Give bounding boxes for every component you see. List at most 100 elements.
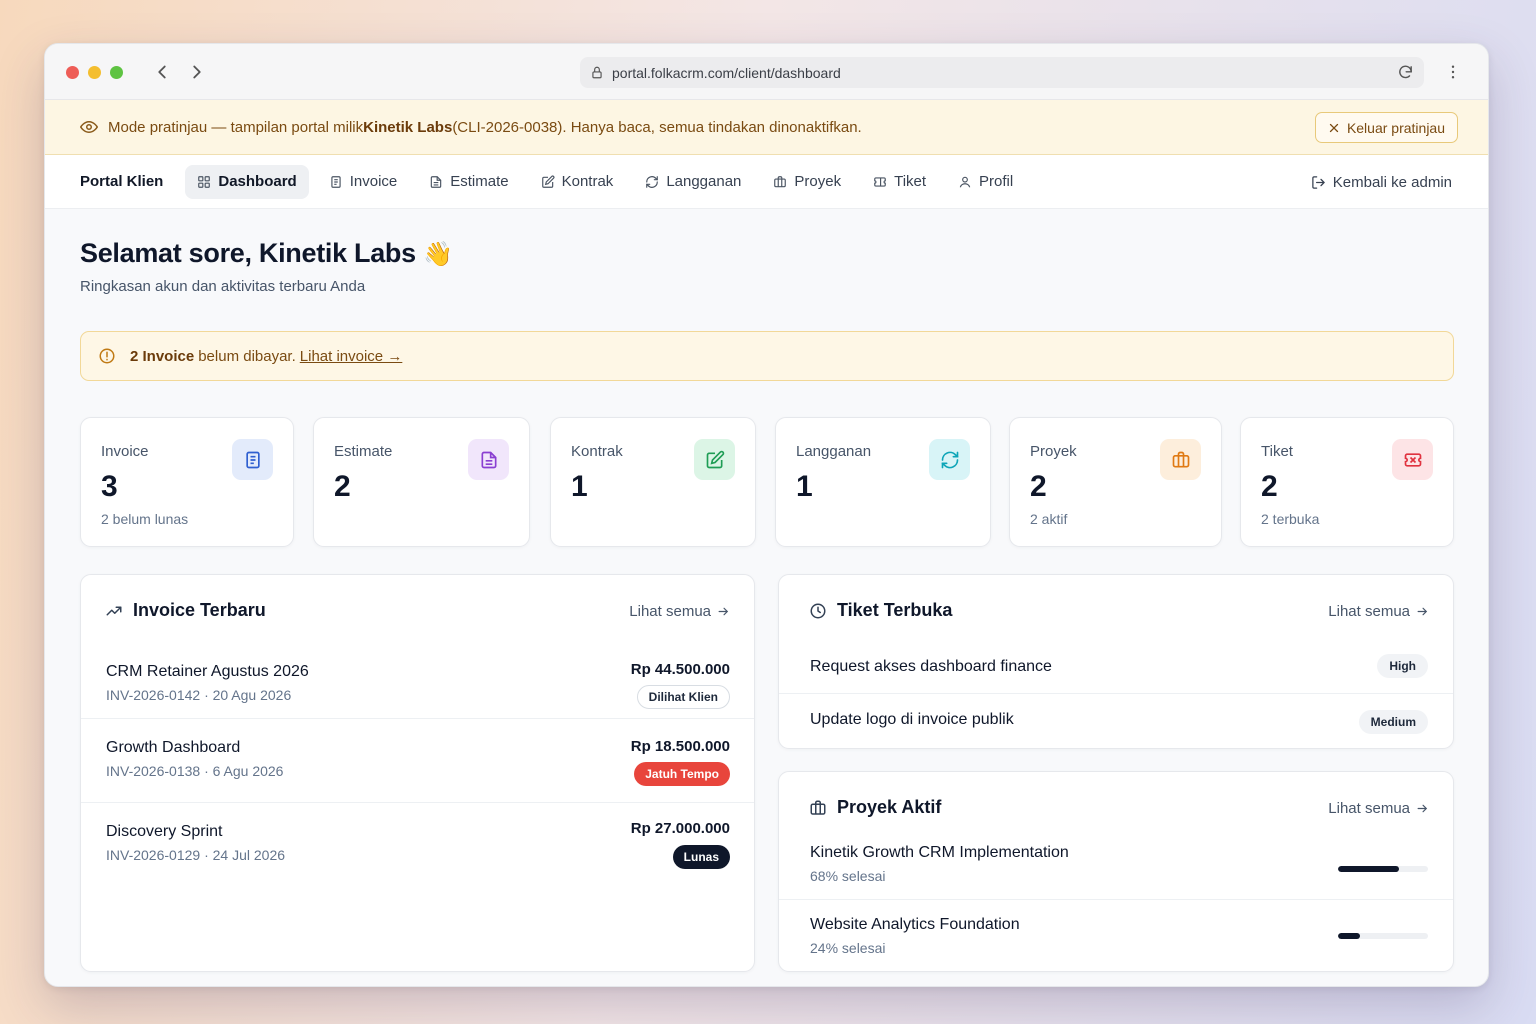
stat-value: 1 (571, 470, 588, 503)
portal-navigation: Portal Klien Dashboard Invoice Estimate … (45, 155, 1488, 209)
close-window-button[interactable] (66, 66, 79, 79)
nav-item-kontrak[interactable]: Kontrak (529, 165, 626, 199)
logout-icon (1312, 175, 1325, 189)
nav-item-langganan[interactable]: Langganan (633, 165, 753, 199)
close-icon (1329, 123, 1339, 132)
stat-label: Estimate (334, 443, 393, 460)
invoices-see-all-link[interactable]: Lihat semua (629, 603, 730, 620)
browser-window: portal.folkacrm.com/client/dashboard Mod… (44, 43, 1489, 987)
trending-up-icon (106, 606, 122, 615)
nav-item-invoice[interactable]: Invoice (317, 165, 410, 199)
exit-preview-button[interactable]: Keluar pratinjau (1314, 112, 1458, 143)
stat-label: Kontrak (571, 443, 623, 460)
active-projects-panel: Proyek Aktif Lihat semua Kinetik Growth … (778, 771, 1454, 972)
lock-icon (590, 65, 604, 80)
stat-card-estimate[interactable]: Estimate 2 (313, 417, 530, 547)
more-options-icon[interactable] (1444, 62, 1462, 82)
nav-item-label: Proyek (794, 173, 842, 190)
invoice-row[interactable]: CRM Retainer Agustus 2026 INV-2026-0142 … (81, 641, 754, 719)
stat-card-invoice[interactable]: Invoice 3 2 belum lunas (80, 417, 294, 547)
eye-icon (80, 120, 98, 134)
stat-value: 2 (334, 470, 351, 503)
ticket-name: Request akses dashboard finance (810, 658, 1052, 675)
priority-badge: Medium (1358, 710, 1428, 734)
nav-item-label: Estimate (450, 173, 509, 190)
stat-card-tiket[interactable]: Tiket 2 2 terbuka (1240, 417, 1454, 547)
stat-card-proyek[interactable]: Proyek 2 2 aktif (1009, 417, 1222, 547)
stat-value: 1 (796, 470, 813, 503)
stat-sub: 2 aktif (1030, 511, 1068, 527)
page-subtitle: Ringkasan akun dan aktivitas terbaru And… (80, 278, 366, 295)
invoice-amount: Rp 27.000.000 (630, 820, 730, 837)
nav-item-label: Langganan (666, 173, 742, 190)
alert-text: belum dibayar. (198, 347, 296, 365)
project-row[interactable]: Kinetik Growth CRM Implementation 68% se… (779, 834, 1453, 900)
invoice-meta: INV-2026-0142 · 20 Agu 2026 (106, 687, 292, 703)
forward-icon[interactable] (186, 61, 208, 83)
projects-see-all-link[interactable]: Lihat semua (1328, 800, 1429, 817)
invoice-meta: INV-2026-0138 · 6 Agu 2026 (106, 763, 284, 779)
back-to-admin-link[interactable]: Kembali ke admin (1311, 165, 1452, 199)
file-text-icon (468, 439, 509, 480)
address-bar[interactable]: portal.folkacrm.com/client/dashboard (580, 57, 1424, 88)
project-progress-bar (1338, 933, 1428, 939)
url-text: portal.folkacrm.com/client/dashboard (612, 64, 841, 81)
clock-icon (810, 603, 826, 618)
invoice-name: Growth Dashboard (106, 739, 241, 756)
nav-item-estimate[interactable]: Estimate (417, 165, 520, 199)
minimize-window-button[interactable] (88, 66, 101, 79)
project-row[interactable]: Website Analytics Foundation 24% selesai (779, 900, 1453, 972)
ticket-name: Update logo di invoice publik (810, 711, 1014, 728)
nav-item-label: Kontrak (561, 173, 614, 190)
stat-card-kontrak[interactable]: Kontrak 1 (550, 417, 756, 547)
project-name: Website Analytics Foundation (810, 916, 1020, 933)
ticket-row[interactable]: Request akses dashboard finance High (779, 640, 1453, 694)
brand-label: Portal Klien (80, 173, 164, 190)
stat-card-langganan[interactable]: Langganan 1 (775, 417, 991, 547)
progress-fill (1338, 933, 1360, 939)
panel-title-text: Proyek Aktif (837, 797, 942, 817)
file-icon (331, 175, 341, 188)
wave-emoji: 👋 (423, 241, 453, 268)
alert-count: 2 Invoice (130, 347, 195, 365)
back-icon[interactable] (151, 61, 173, 83)
see-all-label: Lihat semua (1328, 603, 1410, 620)
invoice-amount: Rp 18.500.000 (630, 738, 730, 755)
progress-fill (1338, 866, 1400, 872)
briefcase-icon (1160, 439, 1201, 480)
grid-icon (198, 175, 211, 188)
reload-icon[interactable] (1397, 64, 1414, 81)
invoice-row[interactable]: Discovery Sprint INV-2026-0129 · 24 Jul … (81, 803, 754, 887)
nav-item-tiket[interactable]: Tiket (861, 165, 938, 199)
tickets-see-all-link[interactable]: Lihat semua (1328, 603, 1429, 620)
invoice-meta: INV-2026-0129 · 24 Jul 2026 (106, 847, 286, 863)
nav-item-label: Profil (979, 173, 1014, 190)
nav-item-dashboard[interactable]: Dashboard (185, 164, 309, 199)
stat-value: 3 (101, 470, 118, 503)
unpaid-invoice-alert: 2 Invoice belum dibayar. Lihat invoice → (80, 331, 1454, 381)
invoice-status-badge: Lunas (672, 845, 730, 869)
ticket-icon (1392, 439, 1433, 480)
nav-item-proyek[interactable]: Proyek (761, 165, 853, 199)
stat-label: Proyek (1030, 443, 1077, 460)
open-tickets-title: Tiket Terbuka (809, 600, 952, 621)
invoice-row[interactable]: Growth Dashboard INV-2026-0138 · 6 Agu 2… (81, 719, 754, 803)
maximize-window-button[interactable] (110, 66, 123, 79)
recent-invoices-panel: Invoice Terbaru Lihat semua CRM Retainer… (80, 574, 755, 972)
view-invoices-link[interactable]: Lihat invoice → (300, 348, 403, 365)
page-title: Selamat sore, Kinetik Labs 👋 (80, 238, 453, 269)
edit-icon (694, 439, 735, 480)
invoice-name: CRM Retainer Agustus 2026 (106, 663, 309, 680)
see-all-label: Lihat semua (629, 603, 711, 620)
file-icon (232, 439, 273, 480)
greeting-text: Selamat sore, Kinetik Labs (80, 238, 416, 268)
ticket-row[interactable]: Update logo di invoice publik Medium (779, 694, 1453, 748)
invoice-status-badge: Jatuh Tempo (634, 762, 730, 786)
recent-invoices-title: Invoice Terbaru (105, 600, 266, 621)
briefcase-icon (810, 800, 826, 815)
priority-badge: High (1377, 654, 1428, 678)
exit-preview-label: Keluar pratinjau (1346, 119, 1445, 136)
active-projects-title: Proyek Aktif (809, 797, 941, 818)
arrow-right-icon (1417, 804, 1428, 813)
nav-item-profil[interactable]: Profil (946, 165, 1025, 199)
